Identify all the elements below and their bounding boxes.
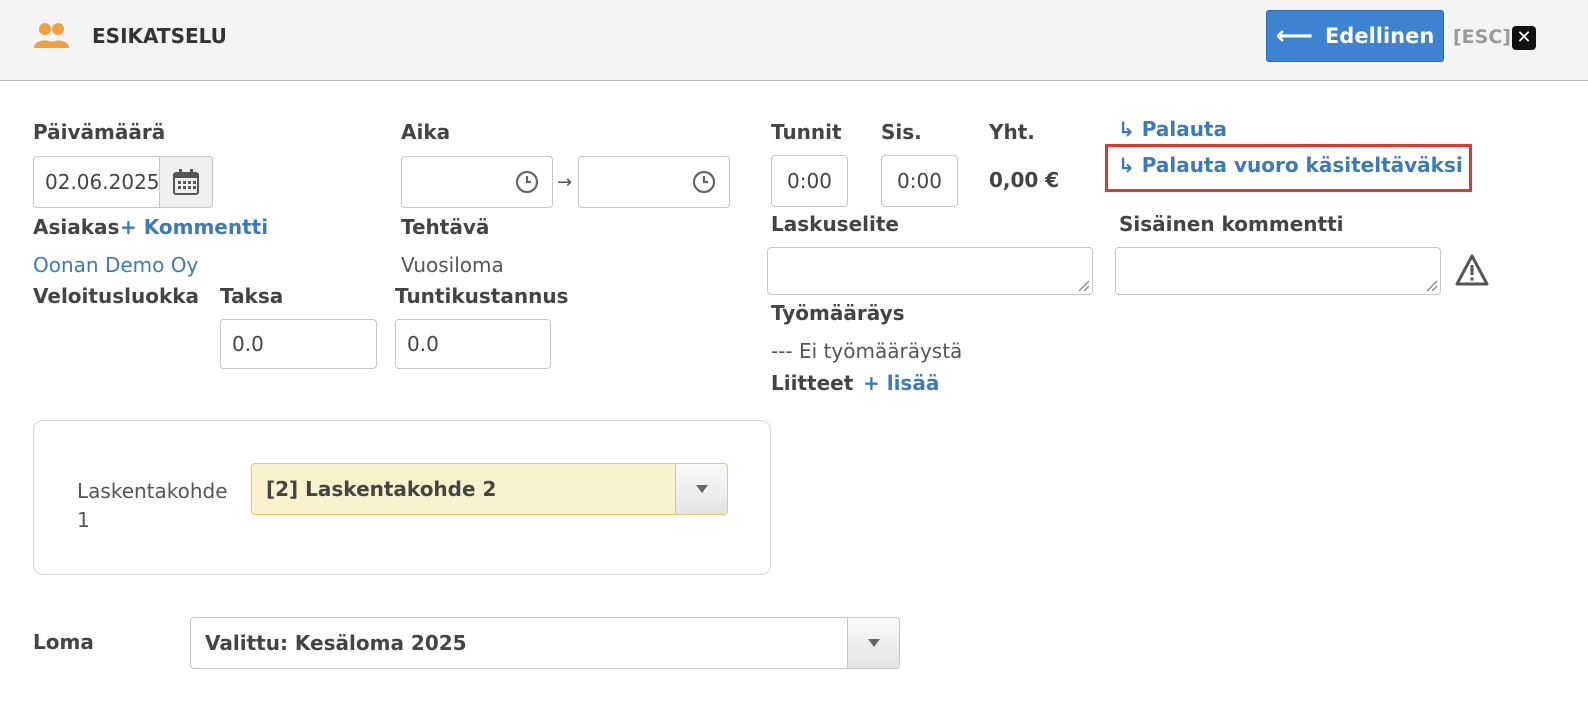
cost-center-select[interactable]: [2] Laskentakohde 2 bbox=[251, 463, 728, 515]
resize-handle-icon bbox=[1078, 280, 1090, 292]
cost-center-label: Laskentakohde 1 bbox=[77, 479, 228, 532]
date-label: Päivämäärä bbox=[33, 120, 166, 144]
yht-label: Yht. bbox=[989, 120, 1035, 144]
internal-comment-label: Sisäinen kommentti bbox=[1119, 212, 1344, 236]
internal-comment-field[interactable] bbox=[1115, 247, 1441, 295]
add-attachment-link[interactable]: + lisää bbox=[863, 371, 939, 395]
add-comment-link[interactable]: + Kommentti bbox=[120, 215, 268, 239]
billing-class-label: Veloitusluokka bbox=[33, 284, 200, 308]
cost-center-panel: Laskentakohde 1 [2] Laskentakohde 2 bbox=[33, 420, 771, 575]
date-input[interactable]: 02.06.2025 bbox=[33, 156, 160, 208]
hourly-cost-input[interactable]: 0.0 bbox=[395, 319, 551, 369]
page-title: ESIKATSELU bbox=[92, 24, 227, 48]
chevron-down-icon[interactable] bbox=[675, 464, 727, 514]
task-label: Tehtävä bbox=[401, 215, 490, 239]
work-order-label: Työmääräys bbox=[771, 301, 905, 325]
esc-hint: [ESC] bbox=[1453, 26, 1511, 48]
customer-link[interactable]: Oonan Demo Oy bbox=[33, 253, 198, 277]
close-icon[interactable]: ✕ bbox=[1512, 26, 1536, 50]
cost-center-selected: [2] Laskentakohde 2 bbox=[266, 477, 497, 501]
previous-button-label: Edellinen bbox=[1324, 24, 1435, 48]
invoice-description-field[interactable] bbox=[767, 247, 1093, 295]
sis-label: Sis. bbox=[881, 120, 922, 144]
rate-label: Taksa bbox=[220, 284, 284, 308]
customer-label: Asiakas bbox=[33, 215, 120, 239]
task-value: Vuosiloma bbox=[401, 253, 504, 277]
rate-input[interactable]: 0.0 bbox=[220, 319, 377, 369]
vacation-selected: Valittu: Kesäloma 2025 bbox=[205, 631, 467, 655]
previous-button[interactable]: ⟵ Edellinen bbox=[1266, 10, 1444, 62]
tunnit-input[interactable]: 0:00 bbox=[771, 155, 848, 207]
warning-icon bbox=[1455, 254, 1489, 286]
clock-icon bbox=[692, 170, 716, 194]
return-link[interactable]: ↳ Palauta bbox=[1118, 117, 1227, 141]
calendar-icon bbox=[173, 169, 199, 195]
calendar-button[interactable] bbox=[159, 156, 213, 208]
arrow-left-icon: ⟵ bbox=[1275, 21, 1313, 51]
invoice-description-label: Laskuselite bbox=[771, 212, 899, 236]
vacation-label: Loma bbox=[33, 630, 94, 654]
attachments-label: Liitteet bbox=[771, 371, 854, 395]
resize-handle-icon bbox=[1426, 280, 1438, 292]
clock-icon bbox=[515, 170, 539, 194]
users-icon bbox=[34, 23, 69, 48]
hourly-cost-label: Tuntikustannus bbox=[395, 284, 569, 308]
header-bar: ESIKATSELU ⟵ Edellinen [ESC] ✕ bbox=[0, 0, 1588, 81]
work-order-value: --- Ei työmääräystä bbox=[771, 339, 963, 363]
total-value: 0,00 € bbox=[989, 168, 1060, 192]
chevron-down-icon[interactable] bbox=[847, 618, 899, 668]
time-label: Aika bbox=[401, 120, 451, 144]
highlight-box bbox=[1105, 144, 1472, 192]
range-arrow: → bbox=[557, 172, 573, 193]
sis-input[interactable]: 0:00 bbox=[881, 155, 958, 207]
vacation-select[interactable]: Valittu: Kesäloma 2025 bbox=[190, 617, 900, 669]
tunnit-label: Tunnit bbox=[771, 120, 842, 144]
